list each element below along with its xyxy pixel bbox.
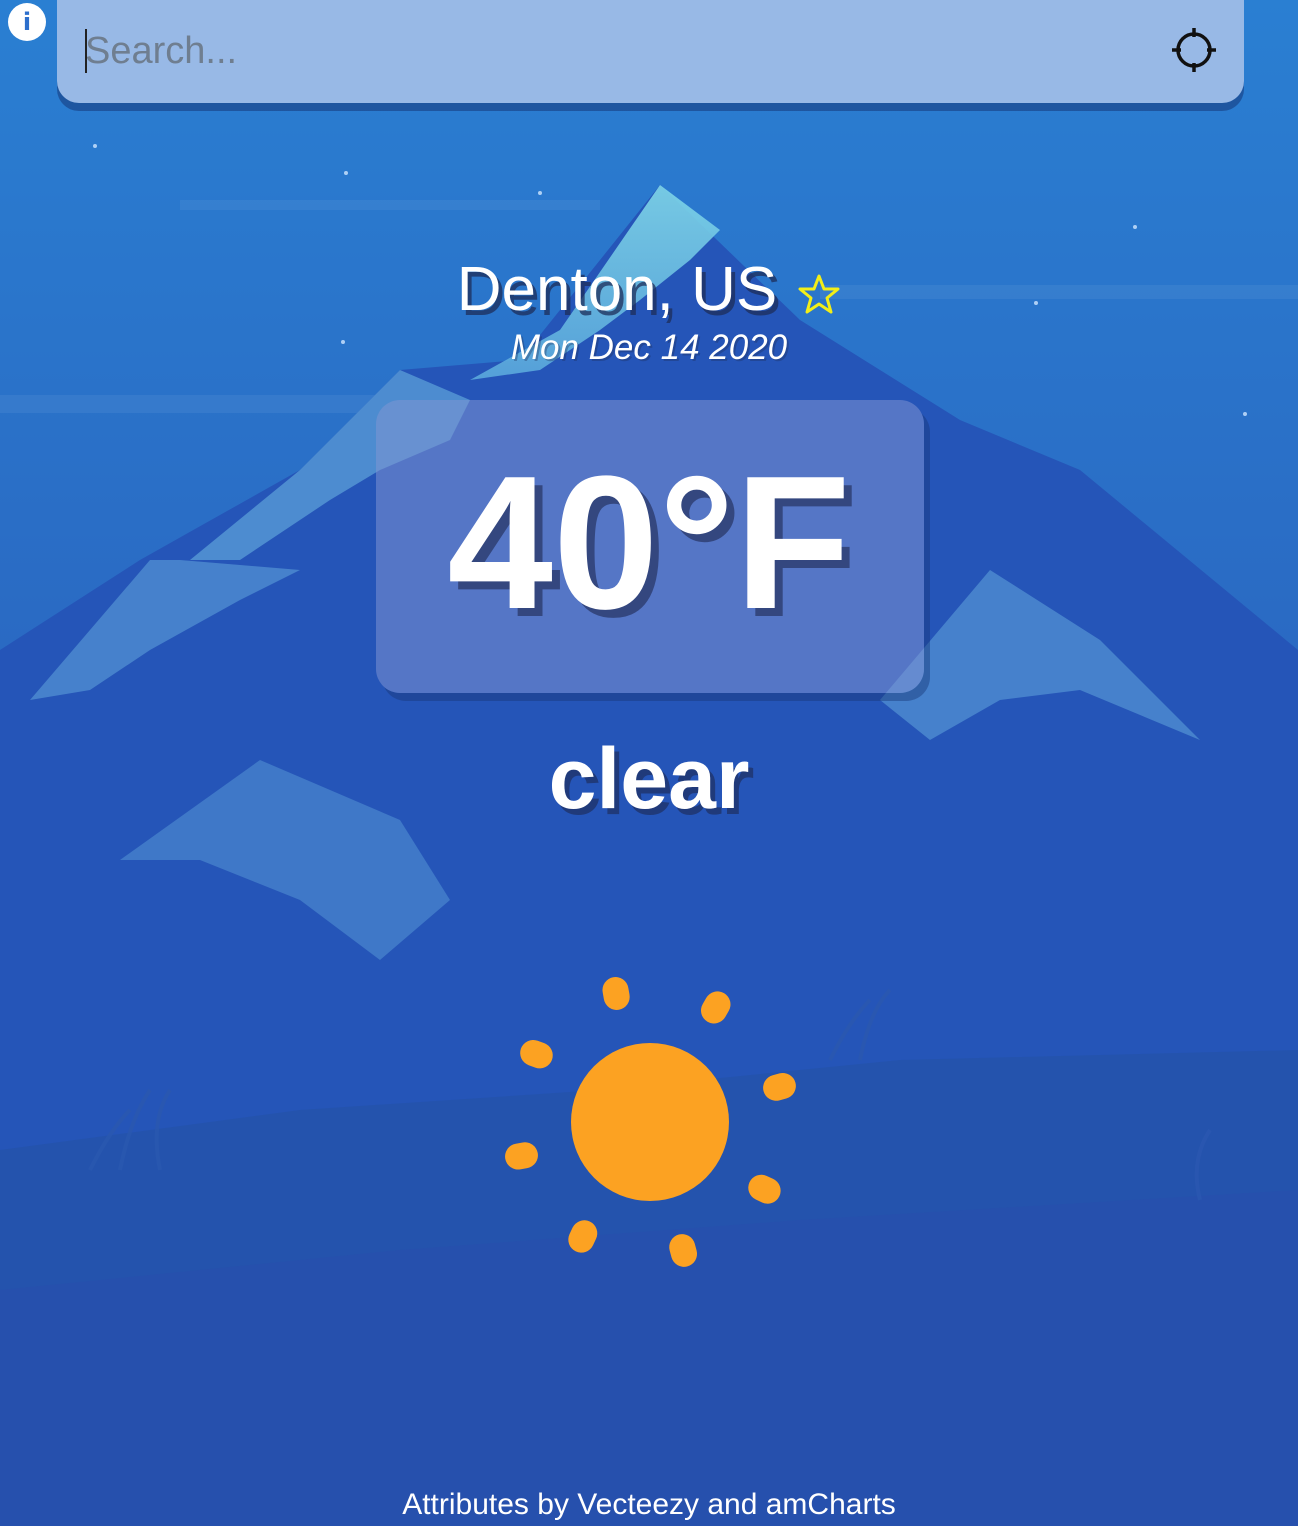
condition-label: clear — [548, 731, 750, 827]
weather-panel: Denton, US Mon Dec 14 2020 40°F clear At… — [0, 0, 1298, 1526]
text-cursor — [85, 29, 87, 73]
attribution-text: Attributes by Vecteezy and amCharts — [402, 1488, 896, 1521]
date-label: Mon Dec 14 2020 — [510, 328, 788, 367]
location-header: Denton, US — [0, 254, 1298, 325]
search-bar — [57, 0, 1244, 103]
temperature-value: 40°F — [447, 437, 851, 649]
city-name: Denton, US — [456, 255, 778, 324]
crosshair-icon[interactable] — [1170, 26, 1218, 74]
sun-icon — [505, 977, 796, 1267]
info-icon[interactable]: i — [8, 3, 46, 41]
search-input[interactable] — [85, 26, 1145, 76]
star-icon[interactable] — [797, 272, 841, 316]
